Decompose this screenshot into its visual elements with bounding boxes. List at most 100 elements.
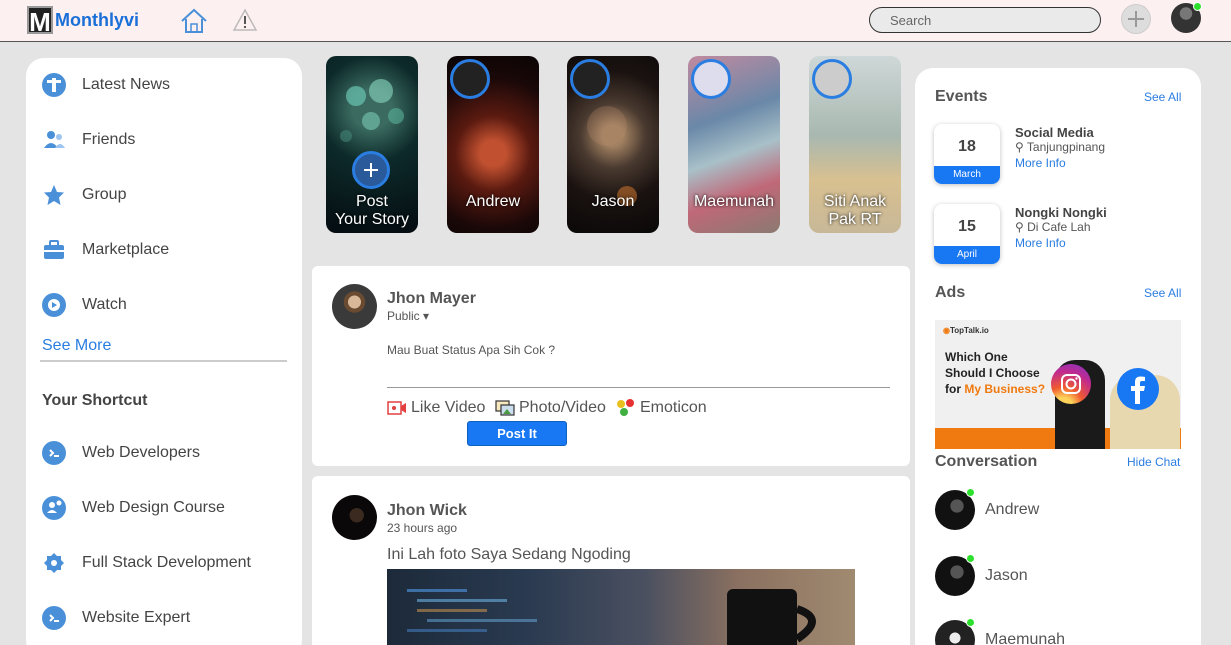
right-sidebar: Events See All 18 March Social Media ⚲ T… bbox=[915, 68, 1201, 645]
instagram-icon bbox=[1051, 364, 1091, 404]
chat-contact-andrew[interactable]: Andrew bbox=[935, 488, 1040, 530]
left-sidebar: Latest News Friends Group Marketplace Wa… bbox=[26, 58, 302, 645]
video-icon bbox=[387, 401, 406, 415]
avatar bbox=[935, 488, 975, 530]
sidebar-item-latest-news[interactable]: Latest News bbox=[42, 70, 170, 100]
sidebar-item-group[interactable]: Group bbox=[42, 180, 126, 210]
online-indicator bbox=[966, 488, 975, 497]
contact-name: Andrew bbox=[985, 501, 1040, 518]
top-navbar: M Monthlyvi bbox=[0, 0, 1231, 42]
story-label: Andrew bbox=[465, 193, 521, 210]
shortcut-label: Web Developers bbox=[82, 444, 200, 461]
story-label: Jason bbox=[591, 193, 635, 210]
location-pin-icon: ⚲ bbox=[1015, 140, 1024, 154]
event-more-info-link[interactable]: More Info bbox=[1015, 156, 1066, 170]
search-input[interactable] bbox=[869, 7, 1101, 33]
logo-text: Monthlyvi bbox=[55, 9, 139, 30]
emoticon-icon bbox=[617, 399, 634, 416]
post-composer: Jhon Mayer Public ▾ Mau Buat Status Apa … bbox=[312, 266, 910, 466]
story-avatar bbox=[450, 59, 490, 99]
see-more-link[interactable]: See More bbox=[42, 337, 111, 355]
briefcase-icon bbox=[42, 238, 66, 262]
friends-icon bbox=[42, 128, 66, 152]
location-pin-icon: ⚲ bbox=[1015, 220, 1024, 234]
contact-name: Maemunah bbox=[985, 631, 1066, 645]
story-label: Maemunah bbox=[693, 193, 775, 210]
play-icon bbox=[42, 293, 66, 317]
story-andrew[interactable]: Andrew bbox=[447, 56, 539, 233]
event-month: April bbox=[934, 246, 1000, 264]
sidebar-item-watch[interactable]: Watch bbox=[42, 290, 127, 320]
shortcut-title: Your Shortcut bbox=[42, 392, 148, 409]
divider bbox=[387, 387, 890, 388]
events-see-all-link[interactable]: See All bbox=[1144, 90, 1181, 104]
event-date-badge: 15 April bbox=[934, 204, 1000, 264]
shortcut-label: Website Expert bbox=[82, 609, 191, 626]
chat-contact-maemunah[interactable]: Maemunah bbox=[935, 618, 1066, 645]
photo-video-button[interactable]: Photo/Video bbox=[495, 399, 606, 417]
privacy-select[interactable]: Public ▾ bbox=[387, 309, 429, 323]
photo-icon bbox=[495, 400, 515, 416]
post-image[interactable] bbox=[387, 569, 855, 645]
user-settings-icon bbox=[42, 496, 66, 520]
ad-headline: Which One Should I Choose for My Busines… bbox=[945, 350, 1046, 396]
like-video-button[interactable]: Like Video bbox=[387, 399, 485, 417]
sidebar-item-label: Friends bbox=[82, 131, 136, 148]
sidebar-item-friends[interactable]: Friends bbox=[42, 125, 135, 155]
profile-avatar[interactable] bbox=[1171, 2, 1202, 33]
group-icon bbox=[42, 183, 66, 207]
post-button[interactable]: Post It bbox=[467, 421, 567, 446]
story-siti-anak-pak-rt[interactable]: Siti Anak Pak RT bbox=[809, 56, 901, 233]
contact-name: Jason bbox=[985, 567, 1028, 584]
settings-icon bbox=[42, 551, 66, 575]
chat-contact-jason[interactable]: Jason bbox=[935, 554, 1028, 596]
shortcut-full-stack-development[interactable]: Full Stack Development bbox=[42, 548, 251, 578]
online-indicator bbox=[1193, 2, 1202, 11]
online-indicator bbox=[966, 554, 975, 563]
status-input[interactable]: Mau Buat Status Apa Sih Cok ? bbox=[387, 343, 555, 357]
author-name[interactable]: Jhon Wick bbox=[387, 502, 467, 520]
avatar[interactable] bbox=[332, 495, 377, 540]
event-location: ⚲ Di Cafe Lah bbox=[1015, 220, 1091, 234]
shortcut-web-design-course[interactable]: Web Design Course bbox=[42, 493, 225, 523]
action-label: Photo/Video bbox=[519, 399, 606, 416]
facebook-icon bbox=[1117, 368, 1159, 410]
event-title: Social Media bbox=[1015, 125, 1094, 140]
event-day: 15 bbox=[958, 218, 976, 235]
story-label: Siti Anak Pak RT bbox=[823, 193, 887, 228]
event-month: March bbox=[934, 166, 1000, 184]
shortcut-website-expert[interactable]: Website Expert bbox=[42, 603, 190, 633]
feed-post: Jhon Wick 23 hours ago Ini Lah foto Saya… bbox=[312, 476, 910, 645]
sidebar-item-marketplace[interactable]: Marketplace bbox=[42, 235, 169, 265]
brand-logo[interactable]: M Monthlyvi bbox=[27, 6, 139, 36]
warning-icon[interactable] bbox=[232, 8, 258, 32]
story-maemunah[interactable]: Maemunah bbox=[688, 56, 780, 233]
sidebar-item-label: Group bbox=[82, 186, 127, 203]
add-story-button[interactable] bbox=[352, 151, 390, 189]
create-button[interactable] bbox=[1121, 4, 1151, 34]
event-day: 18 bbox=[958, 138, 976, 155]
avatar bbox=[935, 554, 975, 596]
hide-chat-link[interactable]: Hide Chat bbox=[1127, 455, 1180, 469]
story-avatar bbox=[691, 59, 731, 99]
shortcut-label: Web Design Course bbox=[82, 499, 225, 516]
ad-banner[interactable]: ◉TopTalk.io Which One Should I Choose fo… bbox=[935, 320, 1181, 449]
story-post-your-story[interactable]: Post Your Story bbox=[326, 56, 418, 233]
story-label: Post Your Story bbox=[334, 193, 410, 228]
shortcut-web-developers[interactable]: Web Developers bbox=[42, 438, 200, 468]
news-icon bbox=[42, 73, 66, 97]
conversation-title: Conversation bbox=[935, 453, 1038, 470]
post-text: Ini Lah foto Saya Sedang Ngoding bbox=[387, 546, 631, 563]
story-jason[interactable]: Jason bbox=[567, 56, 659, 233]
emoticon-button[interactable]: Emoticon bbox=[615, 399, 707, 417]
event-more-info-link[interactable]: More Info bbox=[1015, 236, 1066, 250]
ads-see-all-link[interactable]: See All bbox=[1144, 286, 1181, 300]
ad-brand: ◉TopTalk.io bbox=[943, 326, 989, 335]
logo-mark: M bbox=[27, 6, 53, 36]
sidebar-item-label: Latest News bbox=[82, 76, 171, 93]
post-timestamp: 23 hours ago bbox=[387, 521, 458, 535]
events-title: Events bbox=[935, 88, 988, 105]
shortcut-label: Full Stack Development bbox=[82, 554, 251, 571]
home-icon[interactable] bbox=[180, 8, 208, 34]
author-name: Jhon Mayer bbox=[387, 290, 476, 307]
